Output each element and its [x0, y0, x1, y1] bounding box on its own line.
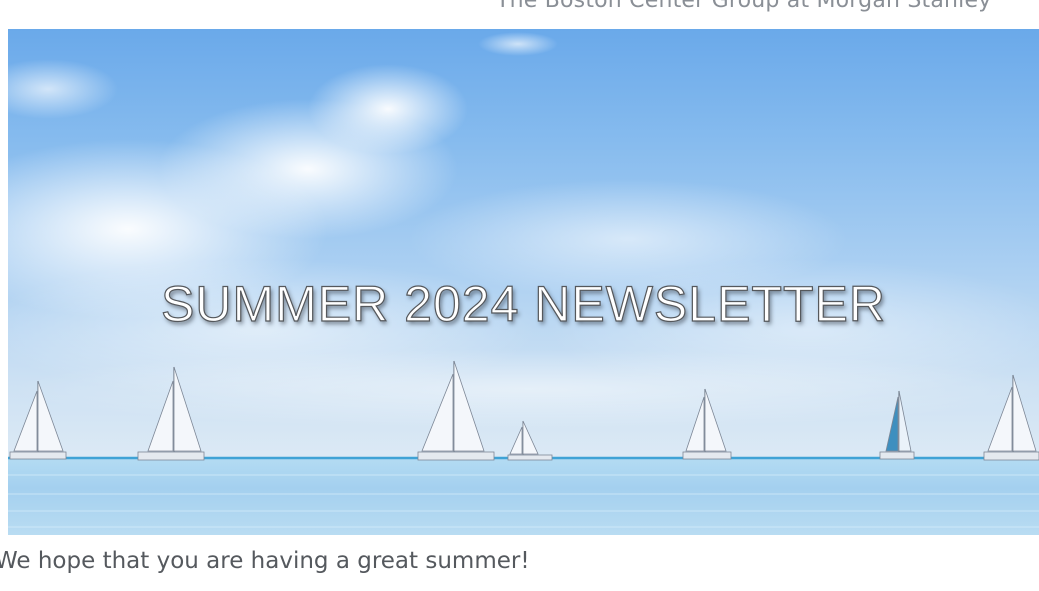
clouds [8, 32, 1039, 429]
organization-name: The Boston Center Group at Morgan Stanle… [496, 0, 992, 13]
newsletter-title: SUMMER 2024 NEWSLETTER [160, 275, 886, 332]
sea [8, 457, 1039, 535]
intro-text: We hope that you are having a great summ… [0, 548, 530, 574]
hero-banner: SUMMER 2024 NEWSLETTER [8, 29, 1039, 535]
newsletter-page: The Boston Center Group at Morgan Stanle… [0, 0, 1039, 591]
